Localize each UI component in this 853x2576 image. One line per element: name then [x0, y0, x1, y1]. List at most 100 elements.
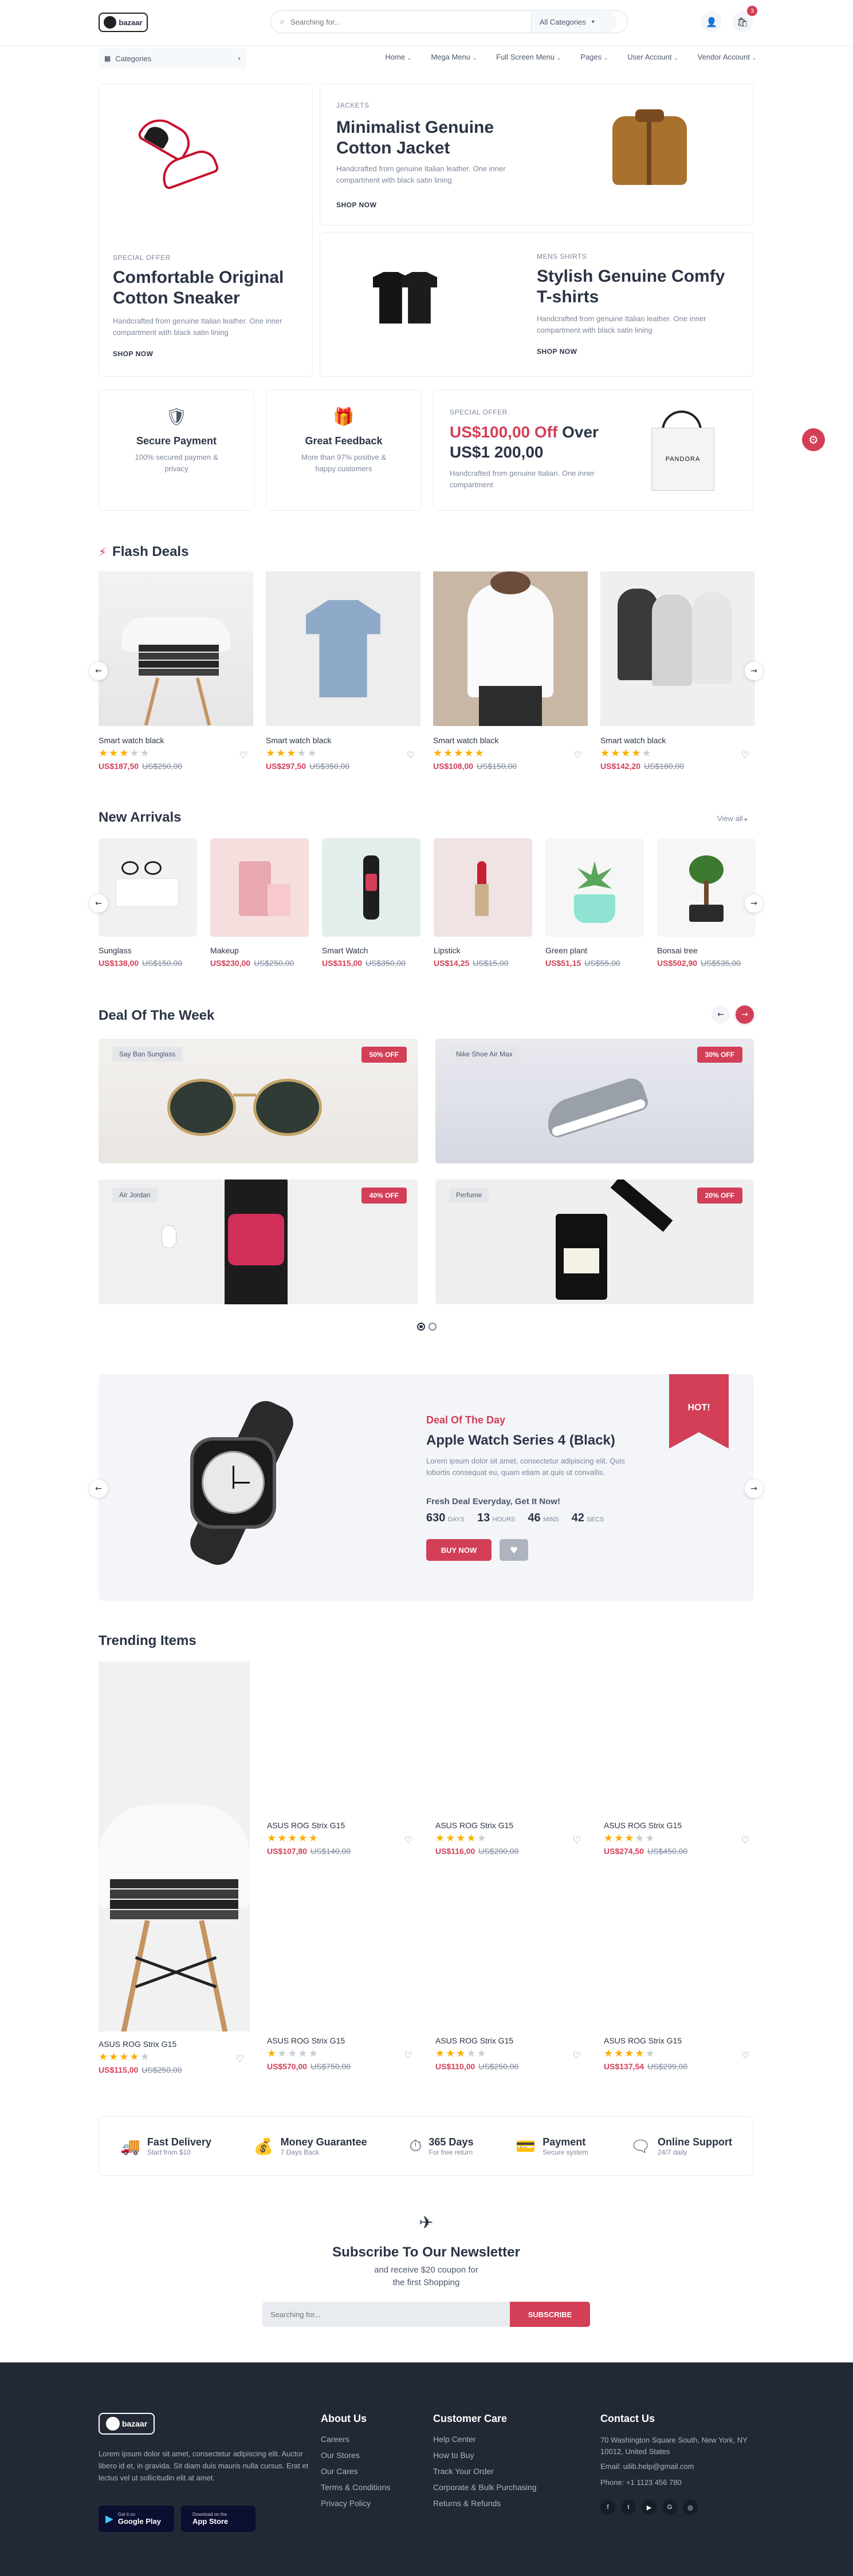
- instagram-icon[interactable]: ◎: [683, 2500, 698, 2515]
- nav-mega-menu[interactable]: Mega Menu ⌄: [431, 53, 477, 61]
- arrival-image-smart-watch[interactable]: [322, 838, 420, 937]
- settings-gear-icon[interactable]: ⚙: [802, 428, 825, 451]
- footer-link[interactable]: Terms & Conditions: [321, 2483, 390, 2492]
- hero-card-sneaker[interactable]: SPECIAL OFFER Comfortable Original Cotto…: [99, 84, 313, 377]
- footer-link[interactable]: Returns & Refunds: [433, 2499, 537, 2508]
- footer-link[interactable]: Privacy Policy: [321, 2499, 390, 2508]
- arrival-card[interactable]: Sunglass US$138,00 US$150,00: [99, 946, 182, 968]
- special-offer-card[interactable]: SPECIAL OFFER US$100,00 Off Over US$1 20…: [433, 389, 754, 511]
- footer-link[interactable]: Our Stores: [321, 2451, 390, 2460]
- trending-card[interactable]: ASUS ROG Strix G15 ★★★★★ US$570,00 US$750…: [267, 2036, 418, 2071]
- trending-card[interactable]: ASUS ROG Strix G15 ★★★★★ US$107,80 US$140…: [267, 1821, 418, 1856]
- wishlist-heart-icon[interactable]: ♥: [500, 1539, 528, 1561]
- deal-day-next-button[interactable]: →: [745, 1480, 763, 1498]
- footer-link[interactable]: Careers: [321, 2435, 390, 2444]
- arrival-image-lipstick[interactable]: [434, 838, 532, 937]
- arrivals-next-button[interactable]: →: [745, 894, 763, 913]
- hero-card-tshirt[interactable]: MENS SHIRTS Stylish Genuine Comfy T-shir…: [320, 232, 754, 377]
- deal-card-sunglass[interactable]: Say Ban Sunglass 50% OFF: [99, 1039, 418, 1163]
- product-image-tshirt[interactable]: [266, 571, 420, 726]
- user-icon[interactable]: 👤: [701, 11, 722, 32]
- flash-prev-button[interactable]: ←: [89, 662, 108, 680]
- categories-button[interactable]: ▦ Categories ›: [99, 48, 246, 69]
- heart-icon[interactable]: ♡: [407, 749, 415, 760]
- arrival-card[interactable]: Smart Watch US$315,00 US$350,00: [322, 946, 406, 968]
- category-select[interactable]: All Categories ▾: [530, 11, 617, 33]
- trending-card[interactable]: ASUS ROG Strix G15 ★★★★★ US$274,50 US$450…: [604, 1821, 755, 1856]
- google-icon[interactable]: G: [662, 2500, 677, 2515]
- product-card[interactable]: Smart watch black ★★★★★ US$108,00 US$150,…: [433, 736, 588, 771]
- heart-icon[interactable]: ♡: [573, 2050, 581, 2061]
- arrival-card[interactable]: Green plant US$51,15 US$55,00: [545, 946, 620, 968]
- rating-stars: ★★★★★: [266, 747, 318, 759]
- twitter-icon[interactable]: t: [621, 2500, 636, 2515]
- subscribe-button[interactable]: SUBSCRIBE: [510, 2302, 590, 2327]
- nav-home[interactable]: Home ⌄: [385, 53, 411, 61]
- shop-now-link[interactable]: SHOP NOW: [336, 201, 376, 209]
- heart-icon[interactable]: ♡: [239, 749, 247, 760]
- product-image-chair[interactable]: [99, 571, 253, 726]
- deal-day-prev-button[interactable]: ←: [89, 1480, 108, 1498]
- footer-logo[interactable]: bazaar: [99, 2413, 155, 2435]
- arrival-image-bonsai-tree[interactable]: [657, 838, 756, 937]
- hero-card-jacket[interactable]: JACKETS Minimalist Genuine Cotton Jacket…: [320, 84, 754, 226]
- youtube-icon[interactable]: ▶: [642, 2500, 657, 2515]
- arrivals-prev-button[interactable]: ←: [89, 894, 108, 913]
- arrival-card[interactable]: Makeup US$230,00 US$250,00: [210, 946, 294, 968]
- footer-link[interactable]: Our Cares: [321, 2467, 390, 2476]
- heart-icon[interactable]: ♡: [741, 749, 749, 760]
- flash-next-button[interactable]: →: [745, 662, 763, 680]
- google-play-button[interactable]: ▶ Get it on Google Play: [99, 2506, 174, 2532]
- carousel-dot[interactable]: [429, 1323, 437, 1331]
- footer-link[interactable]: Corporate & Bulk Purchasing: [433, 2483, 537, 2492]
- carousel-dot-active[interactable]: [417, 1323, 425, 1331]
- trending-card[interactable]: ASUS ROG Strix G15 ★★★★★ US$110,00 US$250…: [435, 2036, 587, 2071]
- trending-card[interactable]: ASUS ROG Strix G15 ★★★★★ US$137,54 US$299…: [604, 2036, 755, 2071]
- trending-feature-image[interactable]: [99, 1662, 250, 2031]
- buy-now-button[interactable]: BUY NOW: [426, 1539, 492, 1561]
- heart-icon[interactable]: ♡: [573, 1835, 581, 1845]
- heart-icon[interactable]: ♡: [404, 1835, 412, 1845]
- newsletter-subtitle: the first Shopping: [392, 2278, 460, 2287]
- product-image-white-shirt[interactable]: [433, 571, 588, 726]
- trending-card[interactable]: ASUS ROG Strix G15 ★★★★★ US$116,00 US$200…: [435, 1821, 587, 1856]
- heart-icon[interactable]: ♡: [236, 2053, 244, 2064]
- facebook-icon[interactable]: f: [600, 2500, 615, 2515]
- view-all-link[interactable]: View all ▸: [717, 814, 748, 823]
- trending-feature-card[interactable]: ASUS ROG Strix G15 ★★★★★ US$115,00 US$250…: [99, 2040, 250, 2074]
- arrival-image-sunglass[interactable]: [99, 838, 197, 937]
- product-image-tank-tops[interactable]: [600, 571, 755, 726]
- arrival-image-makeup[interactable]: [210, 838, 309, 937]
- shop-now-link[interactable]: SHOP NOW: [113, 350, 153, 358]
- app-store-button[interactable]: Download on the App Store: [181, 2506, 255, 2532]
- deal-card-air-jordan[interactable]: Air Jordan 40% OFF: [99, 1179, 418, 1304]
- deal-card-perfume[interactable]: Perfume 20% OFF: [435, 1179, 754, 1304]
- deal-week-next-button[interactable]: →: [736, 1005, 754, 1024]
- deal-week-prev-button[interactable]: ←: [712, 1005, 730, 1024]
- nav-vendor-account[interactable]: Vendor Account ⌄: [698, 53, 756, 61]
- footer-link[interactable]: Help Center: [433, 2435, 537, 2444]
- arrival-card[interactable]: Bonsai tree US$502,90 US$535,00: [657, 946, 741, 968]
- footer-link[interactable]: How to Buy: [433, 2451, 537, 2460]
- logo[interactable]: bazaar: [99, 13, 148, 32]
- heart-icon[interactable]: ♡: [574, 749, 582, 760]
- nav-full-screen-menu[interactable]: Full Screen Menu ⌄: [496, 53, 561, 61]
- arrival-card[interactable]: Lipstick US$14,25 US$15,00: [434, 946, 509, 968]
- hero-tag: SPECIAL OFFER: [113, 254, 171, 262]
- product-card[interactable]: Smart watch black ★★★★★ US$187,50 US$250,…: [99, 736, 253, 771]
- shop-now-link[interactable]: SHOP NOW: [537, 348, 577, 356]
- product-card[interactable]: Smart watch black ★★★★★ US$297,50 US$350,…: [266, 736, 420, 771]
- deal-card-nike-shoe[interactable]: Nike Shoe Air Max 30% OFF: [435, 1039, 754, 1163]
- heart-icon[interactable]: ♡: [741, 2050, 749, 2061]
- arrival-image-green-plant[interactable]: [545, 838, 644, 937]
- footer-email: Email: uilib.help@gmail.com: [600, 2462, 694, 2471]
- footer-link[interactable]: Track Your Order: [433, 2467, 537, 2476]
- heart-icon[interactable]: ♡: [404, 2050, 412, 2061]
- product-card[interactable]: Smart watch black ★★★★★ US$142,20 US$180,…: [600, 736, 755, 771]
- nav-user-account[interactable]: User Account ⌄: [627, 53, 678, 61]
- nav-pages[interactable]: Pages ⌄: [580, 53, 608, 61]
- search-input[interactable]: [290, 17, 531, 26]
- product-price: US$142,20: [600, 762, 641, 771]
- newsletter-email-input[interactable]: [262, 2302, 510, 2327]
- heart-icon[interactable]: ♡: [741, 1835, 749, 1845]
